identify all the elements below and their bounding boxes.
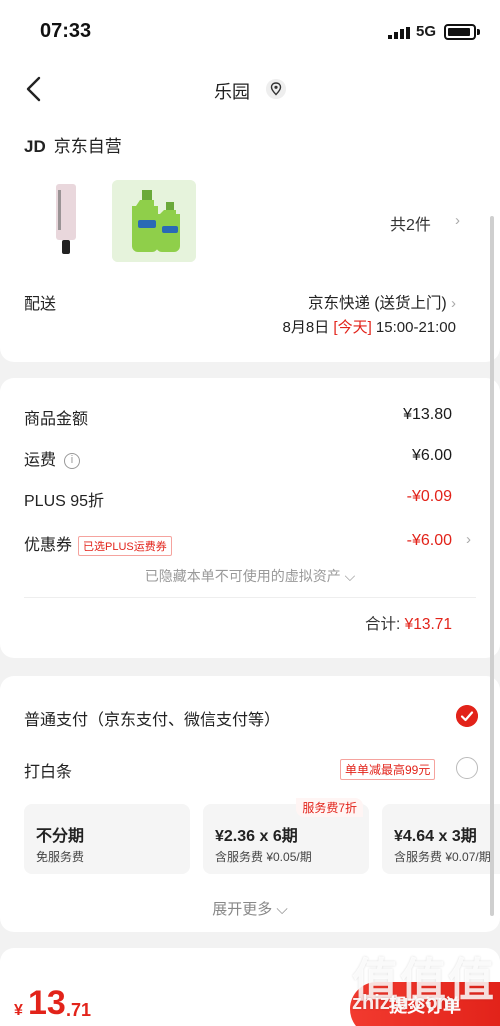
shop-label: 京东自营	[53, 137, 122, 156]
watermark-site: zhiztu.com	[352, 992, 456, 1014]
product-image-hand-cream[interactable]	[42, 180, 92, 260]
goods-amount-value: ¥13.80	[403, 406, 452, 423]
installment-main: 不分期	[36, 828, 85, 845]
baitiao-option[interactable]: 打白条	[24, 758, 72, 782]
delivery-window: 15:00-21:00	[375, 319, 456, 336]
coupon-value[interactable]: -¥6.00	[407, 532, 452, 550]
network-label: 5G	[416, 23, 437, 40]
hidden-assets-toggle[interactable]: 已隐藏本单不可使用的虚拟资产 ⌵	[0, 566, 500, 586]
installment-sub: 含服务费 ¥0.05/期	[215, 850, 312, 864]
delivery-today: [今天]	[333, 319, 372, 336]
chevron-right-icon: ›	[451, 295, 456, 312]
shipping-value: ¥6.00	[411, 447, 452, 464]
price-currency: ¥	[14, 1002, 23, 1019]
battery-icon	[444, 24, 476, 40]
signal-icon	[388, 27, 410, 39]
coupon-label: 优惠券	[24, 537, 73, 554]
plus-discount-label: PLUS 95折	[24, 493, 105, 510]
check-icon[interactable]	[456, 705, 478, 727]
scrollbar[interactable]	[490, 216, 494, 916]
divider	[24, 597, 476, 598]
delivery-label: 配送	[24, 296, 57, 313]
installment-option[interactable]: ¥4.64 x 3期 含服务费 ¥0.07/期	[382, 804, 500, 874]
shop-name[interactable]: JD 京东自营	[24, 132, 122, 157]
location-icon[interactable]	[266, 79, 286, 99]
coupon-tag: 已选PLUS运费券	[78, 535, 172, 556]
price-decimal: .71	[66, 1000, 92, 1020]
baitiao-promo: 单单减最高99元	[340, 759, 436, 780]
jd-logo: JD	[24, 137, 46, 156]
price-integer: 13	[28, 984, 66, 1022]
installment-sub: 含服务费 ¥0.07/期	[394, 850, 491, 864]
installment-option[interactable]: 服务费7折 ¥2.36 x 6期 含服务费 ¥0.05/期	[203, 798, 369, 874]
radio-unchecked-icon[interactable]	[456, 757, 478, 779]
info-icon[interactable]: i	[64, 452, 81, 469]
battery-tip	[477, 29, 480, 35]
delivery-method[interactable]: 京东快递 (送货上门) ›	[308, 291, 456, 313]
coupon-row[interactable]: 优惠券 已选PLUS运费券	[24, 531, 172, 556]
shipping-label: 运费	[24, 452, 57, 469]
shipping-label-row: 运费 i	[24, 446, 81, 470]
delivery-time[interactable]: 8月8日 [今天] 15:00-21:00	[283, 316, 456, 337]
plus-discount-value: -¥0.09	[406, 488, 452, 505]
order-total: 合计: ¥13.71	[365, 612, 452, 634]
status-time: 07:33	[40, 20, 92, 42]
chevron-right-icon[interactable]: ›	[455, 212, 460, 229]
installment-sub: 免服务费	[36, 850, 85, 864]
page-title: 乐园	[214, 82, 250, 102]
installment-option[interactable]: 不分期 免服务费	[24, 804, 190, 874]
item-count[interactable]: 共2件	[390, 211, 431, 235]
goods-amount-label: 商品金额	[24, 411, 89, 428]
installment-main: ¥2.36 x 6期	[215, 828, 298, 845]
installment-main: ¥4.64 x 3期	[394, 828, 477, 845]
total-value: ¥13.71	[404, 616, 452, 633]
normal-pay-option[interactable]: 普通支付（京东支付、微信支付等）	[24, 706, 280, 730]
total-label: 合计:	[364, 616, 401, 633]
product-image-hand-wash[interactable]	[112, 180, 196, 262]
chevron-right-icon[interactable]: ›	[466, 531, 471, 548]
installment-tag: 服务费7折	[296, 798, 363, 817]
delivery-date: 8月8日	[282, 319, 330, 336]
expand-more-button[interactable]: 展开更多 ⌵	[0, 898, 500, 919]
delivery-method-text: 京东快递 (送货上门)	[308, 295, 447, 312]
